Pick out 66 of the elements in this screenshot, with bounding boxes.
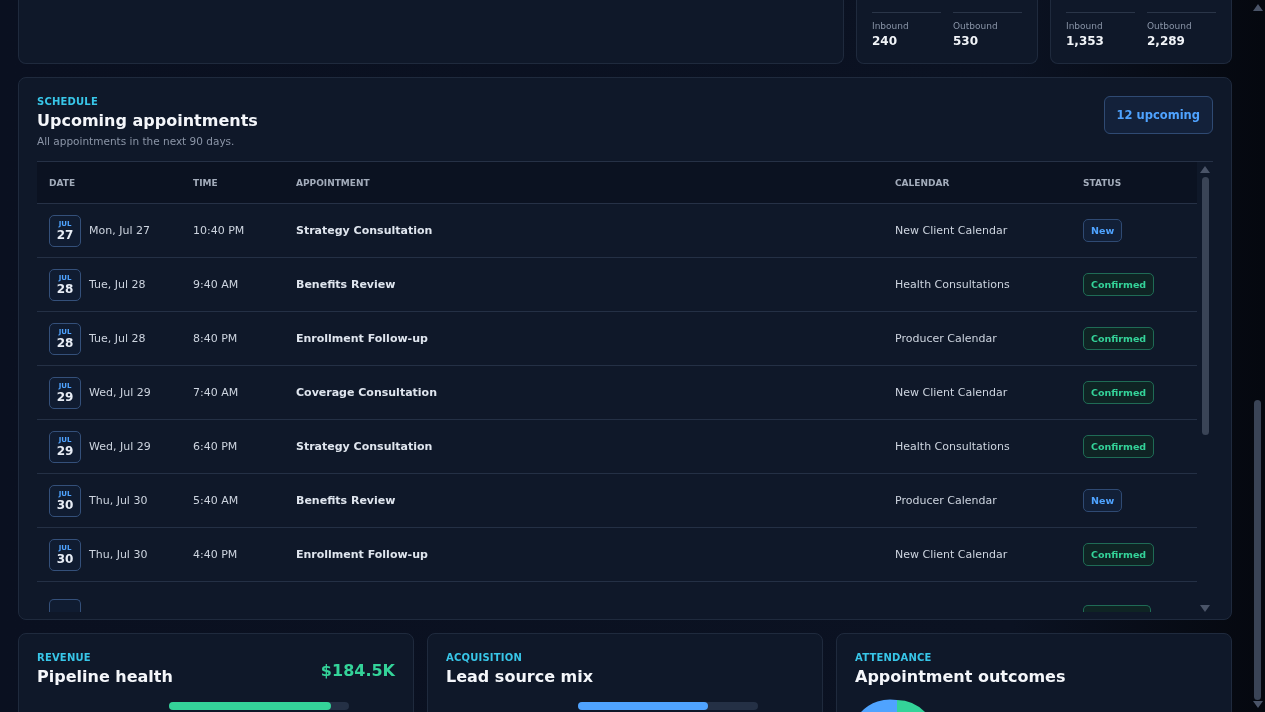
- stat-label: Outbound: [1147, 21, 1193, 31]
- table-cell: Wed, Jul 29: [89, 440, 151, 453]
- column-header: TIME: [193, 177, 219, 188]
- status-badge: Confirmed: [1083, 543, 1155, 566]
- table-cell-text: Health Consultations: [895, 440, 1011, 453]
- scrollbar-thumb[interactable]: [1254, 400, 1261, 700]
- scroll-down-icon[interactable]: [1252, 701, 1263, 708]
- stat-value: 530: [953, 34, 980, 48]
- section-label: ATTENDANCE: [855, 652, 933, 663]
- section-label: SCHEDULE: [37, 96, 99, 107]
- section-label: REVENUE: [37, 652, 92, 663]
- table-cell-text: 10:40 PM: [193, 224, 246, 237]
- column-header: STATUS: [1083, 177, 1123, 188]
- stat-value: 240: [872, 34, 899, 48]
- table-cell-text: New Client Calendar: [895, 386, 1009, 399]
- scroll-up-icon[interactable]: [1252, 4, 1263, 11]
- status-badge: Confirmed: [1083, 381, 1155, 404]
- status-badge: New: [1083, 219, 1123, 242]
- stat-label: Inbound: [1066, 21, 1104, 31]
- date-badge: [49, 599, 81, 612]
- stat-label: Inbound: [872, 21, 910, 31]
- table-cell-text: Producer Calendar: [895, 332, 998, 345]
- table-cell-text: Enrollment Follow-up: [296, 548, 429, 561]
- table-cell-text: Strategy Consultation: [296, 440, 434, 453]
- table-cell-text: 8:40 PM: [193, 332, 239, 345]
- card-title: Pipeline health: [37, 667, 173, 686]
- table-cell-text: Benefits Review: [296, 278, 397, 291]
- column-header: CALENDAR: [895, 177, 951, 188]
- table-cell-text: Enrollment Follow-up: [296, 332, 429, 345]
- table-cell-text: 5:40 AM: [193, 494, 240, 507]
- table-cell-text: Producer Calendar: [895, 494, 998, 507]
- column-header: APPOINTMENT: [296, 177, 371, 188]
- table-cell-text: Health Consultations: [895, 278, 1011, 291]
- card-title: Lead source mix: [446, 667, 594, 686]
- card-subtitle: All appointments in the next 90 days.: [37, 135, 236, 147]
- stat-value: 2,289: [1147, 34, 1186, 48]
- stat-value: 1,353: [1066, 34, 1105, 48]
- section-label: ACQUISITION: [446, 652, 523, 663]
- card-title: Appointment outcomes: [855, 667, 1066, 686]
- table-cell-text: New Client Calendar: [895, 224, 1009, 237]
- count-badge: 12 upcoming: [1103, 96, 1213, 134]
- table-cell: Thu, Jul 30: [89, 494, 148, 507]
- status-badge: Confirmed: [1083, 273, 1155, 296]
- table-cell-text: Strategy Consultation: [296, 224, 434, 237]
- scrollbar-thumb[interactable]: [1201, 177, 1209, 435]
- card-title: Upcoming appointments: [37, 111, 258, 130]
- table-cell-text: 4:40 PM: [193, 548, 239, 561]
- table-cell: Wed, Jul 29: [89, 386, 151, 399]
- status-badge: New: [1083, 489, 1123, 512]
- table-cell: Thu, Jul 30: [89, 548, 148, 561]
- table-cell-text: 9:40 AM: [193, 278, 240, 291]
- table-cell: Tue, Jul 28: [89, 332, 146, 345]
- scroll-down-icon[interactable]: [1200, 605, 1210, 612]
- column-header: DATE: [49, 177, 77, 188]
- table-cell-text: Coverage Consultation: [296, 386, 438, 399]
- table-cell: Mon, Jul 27: [89, 224, 150, 237]
- table-cell: Tue, Jul 28: [89, 278, 146, 291]
- table-cell-text: 6:40 PM: [193, 440, 239, 453]
- table-cell-text: Benefits Review: [296, 494, 397, 507]
- stat-label: Outbound: [953, 21, 999, 31]
- total-value: $184.5K: [320, 661, 395, 680]
- status-badge: Confirmed: [1083, 435, 1155, 458]
- table-cell-text: 7:40 AM: [193, 386, 240, 399]
- status-badge: Confirmed: [1083, 327, 1155, 350]
- table-cell-text: New Client Calendar: [895, 548, 1009, 561]
- scroll-up-icon[interactable]: [1200, 166, 1210, 173]
